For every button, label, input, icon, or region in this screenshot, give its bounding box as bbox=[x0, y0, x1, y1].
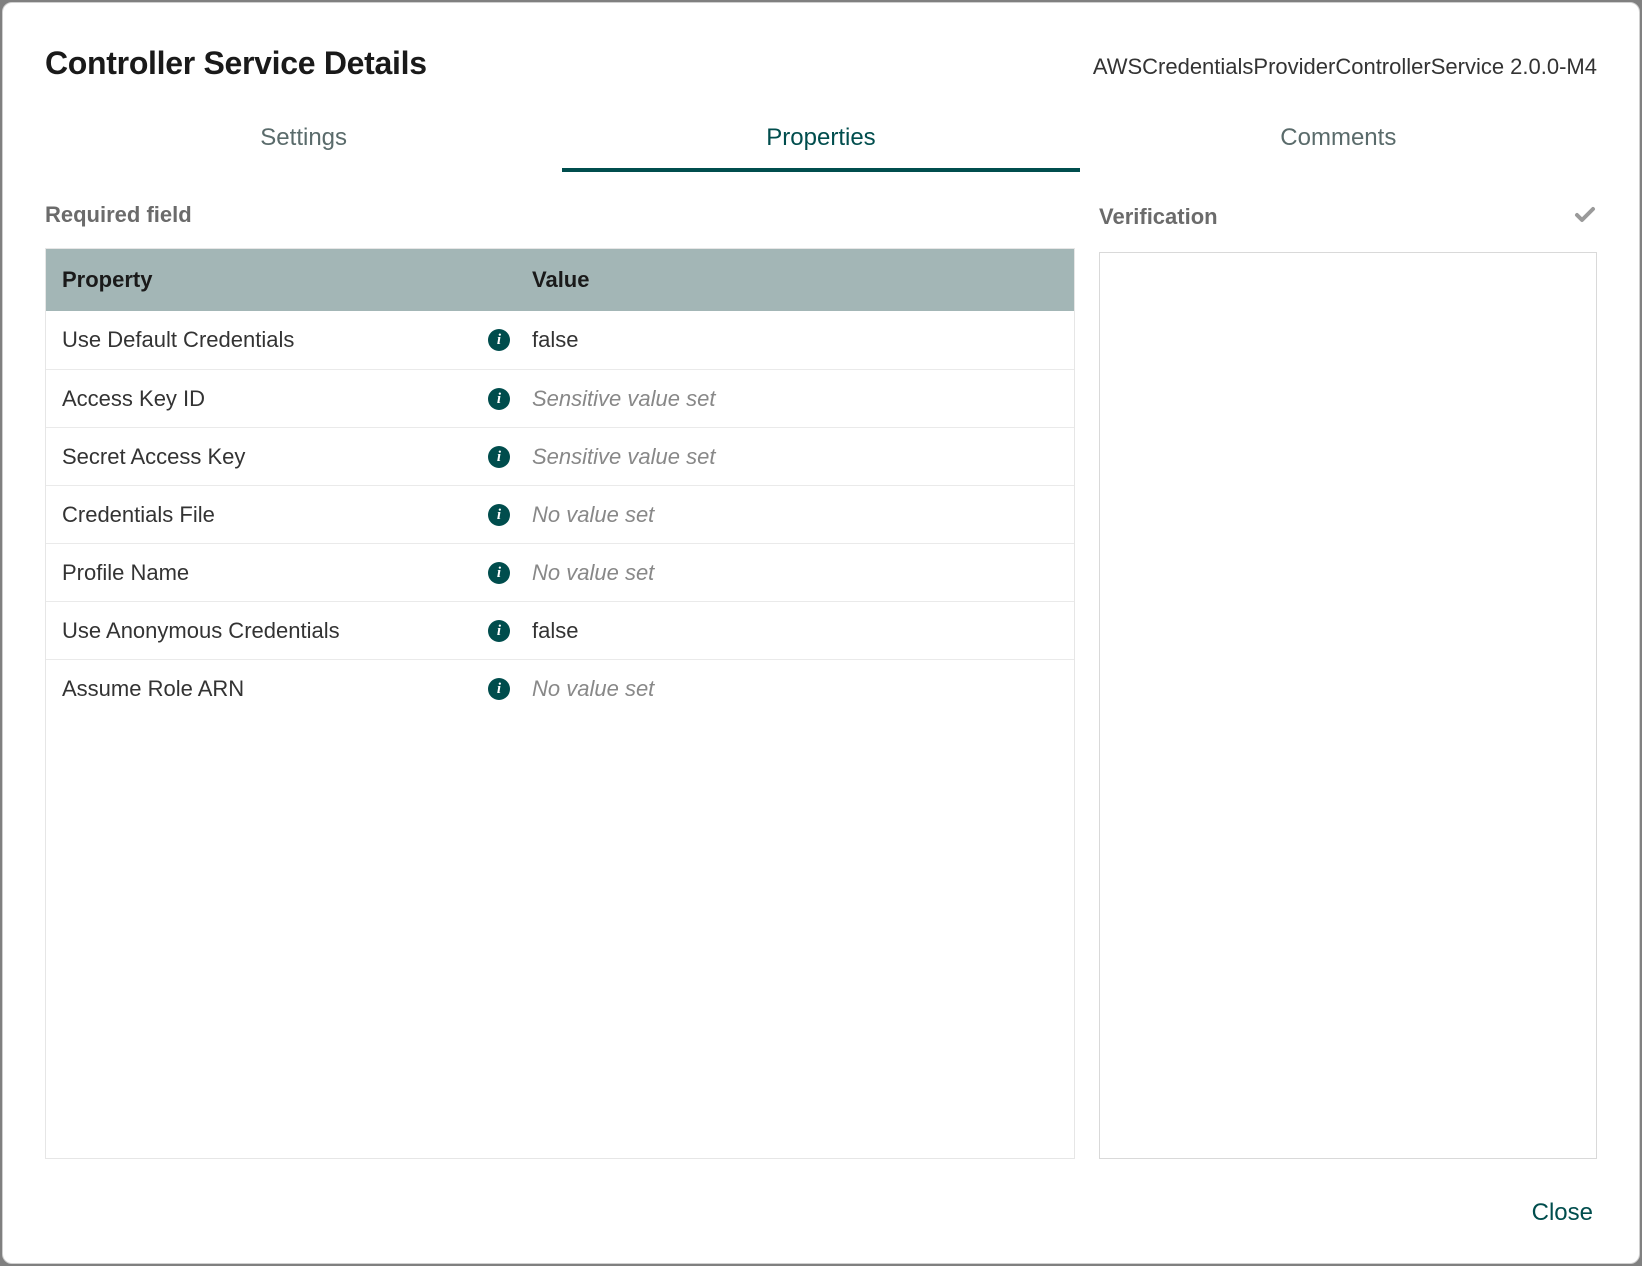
info-icon[interactable]: i bbox=[488, 562, 510, 584]
properties-column: Required field Property Value Use Defaul… bbox=[45, 202, 1075, 1159]
column-header-property: Property bbox=[46, 249, 516, 311]
required-field-label: Required field bbox=[45, 202, 1075, 228]
property-info-cell: i bbox=[476, 504, 522, 526]
property-value: false bbox=[522, 604, 1074, 658]
property-name: Access Key ID bbox=[46, 372, 476, 426]
info-icon[interactable]: i bbox=[488, 504, 510, 526]
dialog-header: Controller Service Details AWSCredential… bbox=[45, 45, 1597, 82]
property-info-cell: i bbox=[476, 562, 522, 584]
tab-bar: Settings Properties Comments bbox=[45, 112, 1597, 172]
property-name: Credentials File bbox=[46, 488, 476, 542]
property-info-cell: i bbox=[476, 388, 522, 410]
service-type-version: AWSCredentialsProviderControllerService … bbox=[1093, 54, 1597, 80]
table-body: Use Default CredentialsifalseAccess Key … bbox=[46, 311, 1074, 717]
table-row[interactable]: Secret Access Key i Sensitive value set bbox=[46, 427, 1074, 485]
tab-settings[interactable]: Settings bbox=[45, 112, 562, 172]
property-info-cell: i bbox=[476, 620, 522, 642]
property-info-cell: i bbox=[476, 329, 522, 351]
property-info-cell: i bbox=[476, 446, 522, 468]
verification-results-box bbox=[1099, 252, 1597, 1159]
property-value: false bbox=[522, 313, 1074, 367]
table-row[interactable]: Use Default Credentials ifalse bbox=[46, 311, 1074, 369]
info-icon[interactable]: i bbox=[488, 388, 510, 410]
column-header-value: Value bbox=[516, 249, 1074, 311]
info-icon[interactable]: i bbox=[488, 620, 510, 642]
property-info-cell: i bbox=[476, 678, 522, 700]
dialog-footer: Close bbox=[45, 1159, 1597, 1233]
property-name: Assume Role ARN bbox=[46, 662, 476, 716]
properties-table: Property Value Use Default Credentialsif… bbox=[45, 248, 1075, 1159]
verification-header: Verification bbox=[1099, 202, 1597, 232]
property-name: Use Anonymous Credentials bbox=[46, 604, 476, 658]
property-value: Sensitive value set bbox=[522, 372, 1074, 426]
table-row[interactable]: Profile Name i No value set bbox=[46, 543, 1074, 601]
table-row[interactable]: Use Anonymous Credentials ifalse bbox=[46, 601, 1074, 659]
verify-icon[interactable] bbox=[1573, 203, 1597, 231]
table-row[interactable]: Assume Role ARN i No value set bbox=[46, 659, 1074, 717]
info-icon[interactable]: i bbox=[488, 329, 510, 351]
property-name: Secret Access Key bbox=[46, 430, 476, 484]
property-value: No value set bbox=[522, 662, 1074, 716]
property-value: No value set bbox=[522, 546, 1074, 600]
controller-service-dialog: Controller Service Details AWSCredential… bbox=[2, 2, 1640, 1264]
table-row[interactable]: Access Key ID i Sensitive value set bbox=[46, 369, 1074, 427]
verification-title: Verification bbox=[1099, 204, 1218, 230]
table-header: Property Value bbox=[46, 249, 1074, 311]
content-row: Required field Property Value Use Defaul… bbox=[45, 202, 1597, 1159]
property-value: Sensitive value set bbox=[522, 430, 1074, 484]
property-name: Use Default Credentials bbox=[46, 313, 476, 367]
property-value: No value set bbox=[522, 488, 1074, 542]
info-icon[interactable]: i bbox=[488, 446, 510, 468]
table-row[interactable]: Credentials File i No value set bbox=[46, 485, 1074, 543]
tab-properties[interactable]: Properties bbox=[562, 112, 1079, 172]
dialog-title: Controller Service Details bbox=[45, 45, 427, 82]
tab-comments[interactable]: Comments bbox=[1080, 112, 1597, 172]
verification-column: Verification bbox=[1099, 202, 1597, 1159]
close-button[interactable]: Close bbox=[1528, 1193, 1597, 1233]
property-name: Profile Name bbox=[46, 546, 476, 600]
info-icon[interactable]: i bbox=[488, 678, 510, 700]
